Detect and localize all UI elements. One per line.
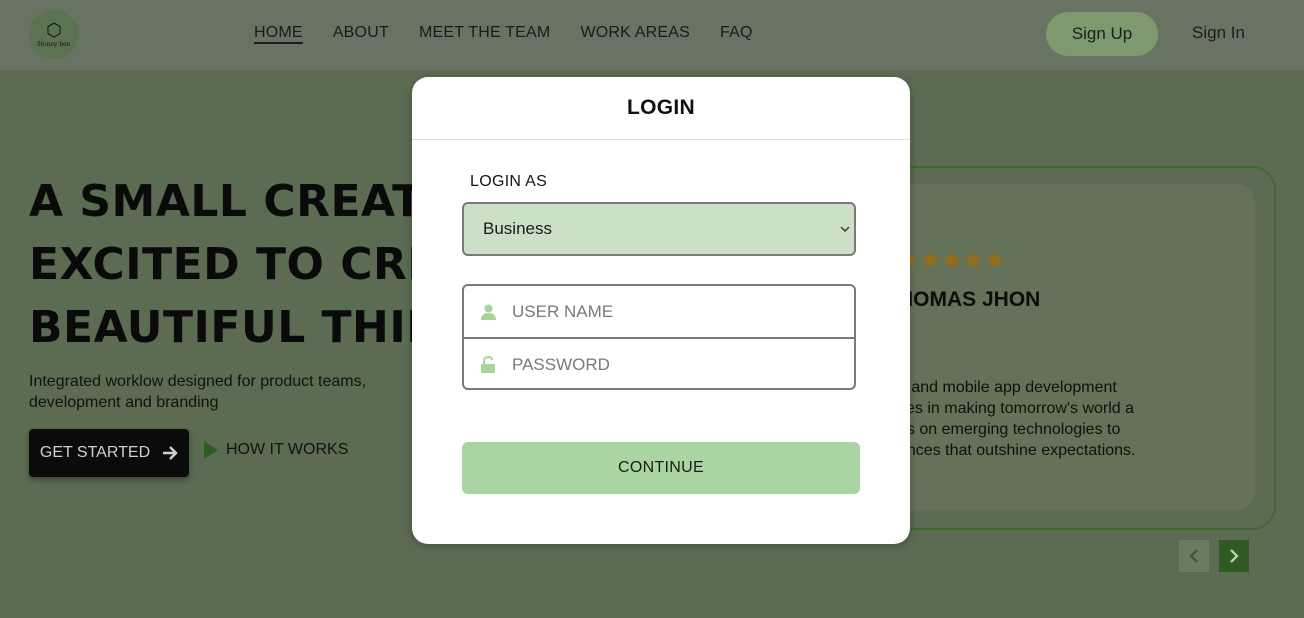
username-field bbox=[464, 286, 854, 339]
modal-header: LOGIN bbox=[412, 77, 910, 140]
login-as-label: LOGIN AS bbox=[470, 173, 548, 190]
password-input[interactable] bbox=[510, 353, 834, 376]
chevron-down-icon bbox=[840, 226, 850, 232]
login-as-value: Business bbox=[483, 219, 552, 238]
login-modal: LOGIN LOGIN AS Business CONTINUE bbox=[412, 77, 910, 544]
username-input[interactable] bbox=[510, 300, 834, 323]
modal-title: LOGIN bbox=[627, 96, 695, 119]
user-icon bbox=[480, 304, 496, 320]
unlock-icon bbox=[480, 356, 496, 373]
continue-button[interactable]: CONTINUE bbox=[462, 442, 860, 494]
credentials-group bbox=[462, 284, 856, 390]
password-field bbox=[464, 339, 854, 390]
login-as-select[interactable]: Business bbox=[462, 202, 856, 256]
